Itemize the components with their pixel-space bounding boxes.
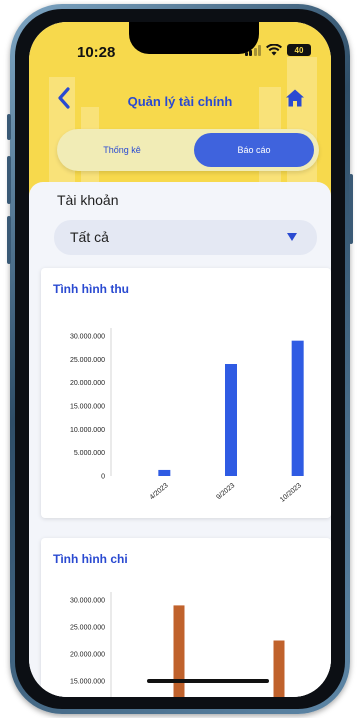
- home-indicator: [147, 679, 269, 683]
- income-y-tick-label: 5.000.000: [74, 450, 105, 457]
- mute-switch: [7, 114, 11, 140]
- income-y-tick-label: 30.000.000: [70, 334, 105, 341]
- income-y-tick-label: 25.000.000: [70, 357, 105, 364]
- skyline-decoration: [287, 57, 317, 197]
- wifi-icon: [266, 44, 282, 56]
- expense-y-tick-label: 30.000.000: [70, 598, 105, 605]
- income-x-tick-label: 4/2023: [149, 482, 170, 501]
- app-header: 10:28 40 Quản lý tài chính Thống kê Báo …: [29, 22, 331, 197]
- signal-icon: [244, 44, 261, 56]
- camera-notch: [129, 22, 259, 54]
- income-chart-card: Tình hình thu 0 5.000.000 10.000.000 15.000…: [41, 268, 331, 518]
- expense-y-tick-label: 25.000.000: [70, 625, 105, 632]
- tab-statistics[interactable]: Thống kê: [62, 133, 182, 167]
- income-bar: [158, 469, 171, 476]
- expense-bar: [173, 605, 185, 697]
- expense-y-tick-label: 20.000.000: [70, 652, 105, 659]
- report-tab-switcher: Thống kê Báo cáo: [57, 129, 319, 171]
- main-content: Tài khoản Tất cả Tình hình thu 0 5.000.00…: [29, 182, 331, 697]
- income-chart: 0 5.000.000 10.000.000 15.000.000 20.000.000…: [70, 328, 304, 504]
- phone-frame: 10:28 40 Quản lý tài chính Thống kê Báo …: [7, 4, 353, 714]
- expense-bar: [273, 640, 285, 697]
- income-bar: [291, 340, 304, 476]
- volume-up-button: [7, 156, 11, 204]
- status-icons: 40: [244, 44, 311, 56]
- expense-chart-card: Tình hình chi 10.000.000 15.000.000 20.000…: [41, 538, 331, 697]
- income-y-tick-label: 0: [101, 474, 105, 481]
- tab-report[interactable]: Báo cáo: [194, 133, 314, 167]
- expense-y-tick-label: 15.000.000: [70, 679, 105, 686]
- income-y-tick-label: 10.000.000: [70, 427, 105, 434]
- account-select[interactable]: Tất cả: [54, 220, 317, 255]
- income-x-tick-label: 10/2023: [279, 482, 303, 504]
- home-icon[interactable]: [285, 88, 305, 108]
- income-y-tick-label: 15.000.000: [70, 404, 105, 411]
- status-time: 10:28: [77, 44, 116, 61]
- income-y-tick-label: 20.000.000: [70, 380, 105, 387]
- volume-down-button: [7, 216, 11, 264]
- caret-down-icon: [287, 233, 297, 241]
- app-screen: 10:28 40 Quản lý tài chính Thống kê Báo …: [29, 22, 331, 697]
- power-button: [349, 174, 353, 244]
- account-select-value: Tất cả: [70, 229, 109, 245]
- expense-chart: 10.000.00015.000.00020.000.00025.000.000…: [70, 592, 285, 697]
- income-bar: [225, 364, 237, 476]
- income-x-tick-label: 9/2023: [215, 482, 236, 501]
- battery-icon: 40: [287, 44, 311, 56]
- account-label: Tài khoản: [57, 192, 119, 208]
